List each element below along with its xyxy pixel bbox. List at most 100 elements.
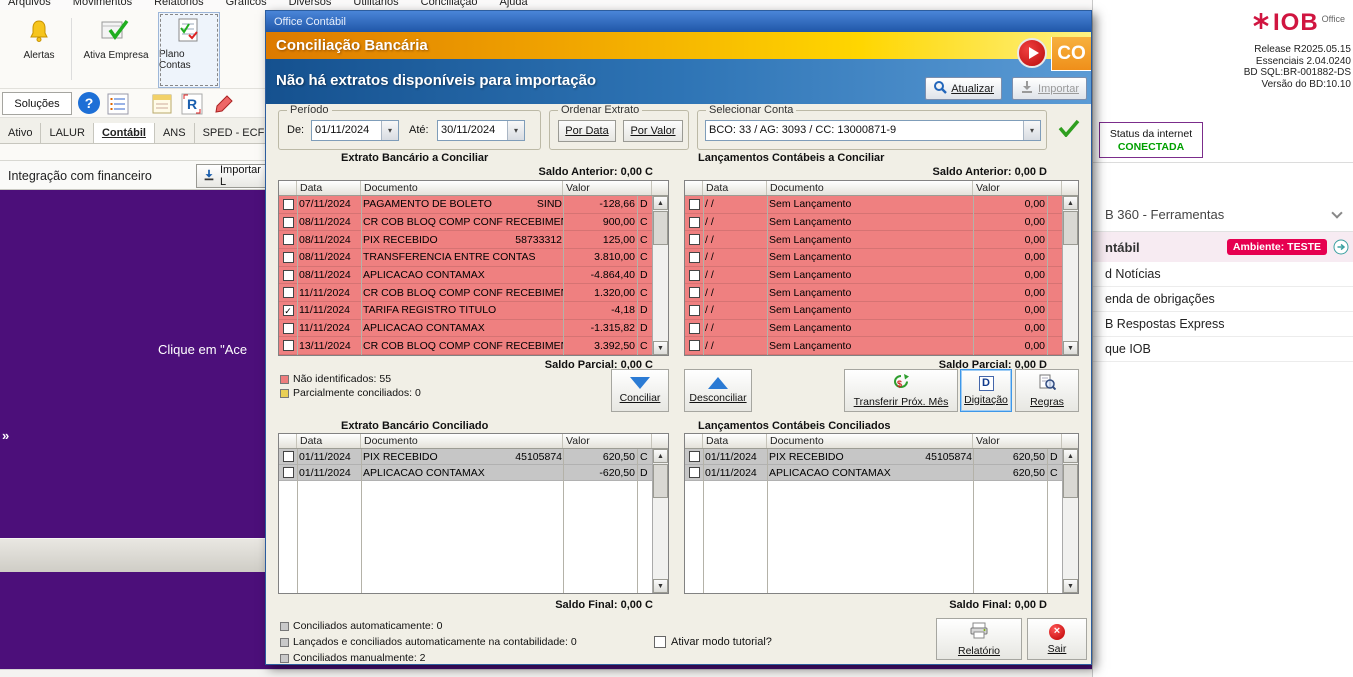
tab-ans[interactable]: ANS: [155, 123, 195, 143]
play-help-button[interactable]: [1017, 38, 1047, 68]
bank-entry-row[interactable]: 13/11/2024 CR COB BLOQ COMP CONF RECEBIM…: [279, 337, 652, 355]
row-checkbox[interactable]: [283, 217, 294, 228]
row-checkbox[interactable]: [283, 287, 294, 298]
row-checkbox[interactable]: [283, 451, 294, 462]
date-to-select[interactable]: 30/11/2024 ▾: [437, 120, 525, 141]
row-checkbox[interactable]: [283, 340, 294, 351]
row-checkbox[interactable]: [689, 323, 700, 334]
right-menu-item[interactable]: d Notícias: [1093, 262, 1353, 287]
valor-column-header[interactable]: Valor: [973, 181, 1062, 195]
scroll-up-arrow[interactable]: ▲: [653, 196, 668, 210]
alertas-button[interactable]: Alertas: [12, 14, 66, 84]
r-module-icon[interactable]: R: [180, 92, 204, 115]
right-menu-item[interactable]: B Respostas Express: [1093, 312, 1353, 337]
row-checkbox[interactable]: [283, 305, 294, 316]
row-checkbox[interactable]: [283, 467, 294, 478]
row-checkbox[interactable]: [689, 234, 700, 245]
bank-entry-row[interactable]: 11/11/2024 TARIFA REGISTRO TITULO -4,18 …: [279, 302, 652, 320]
transferir-prox-mes-button[interactable]: $ Transferir Próx. Mês: [844, 369, 958, 412]
valor-column-header[interactable]: Valor: [563, 181, 652, 195]
conciliar-button[interactable]: Conciliar: [611, 369, 669, 412]
row-checkbox[interactable]: [283, 234, 294, 245]
ledger-entry-row[interactable]: / / Sem Lançamento 0,00: [685, 337, 1062, 355]
por-valor-button[interactable]: Por Valor: [623, 120, 683, 142]
valor-column-header[interactable]: Valor: [973, 434, 1062, 448]
reconciled-bank-row[interactable]: 01/11/2024 APLICACAO CONTAMAX -620,50 D: [279, 465, 652, 481]
checkbox-column-header[interactable]: [279, 434, 297, 448]
ledger-entry-row[interactable]: / / Sem Lançamento 0,00: [685, 267, 1062, 285]
ledger-entry-row[interactable]: / / Sem Lançamento 0,00: [685, 214, 1062, 232]
tab-contabil[interactable]: Contábil: [94, 123, 155, 143]
menu-item[interactable]: Gráficos: [226, 0, 267, 10]
row-checkbox[interactable]: [689, 305, 700, 316]
tab-ativo[interactable]: Ativo: [0, 123, 41, 143]
confirm-account-button[interactable]: [1055, 114, 1083, 142]
scrollbar-thumb[interactable]: [1063, 211, 1078, 245]
plano-contas-button[interactable]: Plano Contas: [158, 12, 220, 88]
scroll-up-arrow[interactable]: ▲: [1063, 449, 1078, 463]
row-checkbox[interactable]: [283, 199, 294, 210]
importar-lancamentos-button[interactable]: Importar L: [196, 164, 268, 188]
bank-entry-row[interactable]: 08/11/2024 TRANSFERENCIA ENTRE CONTAS 3.…: [279, 249, 652, 267]
checkbox-column-header[interactable]: [685, 434, 703, 448]
row-checkbox[interactable]: [689, 287, 700, 298]
documento-column-header[interactable]: Documento: [767, 434, 973, 448]
ledger-entry-row[interactable]: / / Sem Lançamento 0,00: [685, 249, 1062, 267]
reconciled-bank-row[interactable]: 01/11/2024 PIX RECEBIDO45105874 620,50 C: [279, 449, 652, 465]
sair-button[interactable]: × Sair: [1027, 618, 1087, 660]
row-checkbox[interactable]: [689, 451, 700, 462]
row-checkbox[interactable]: [689, 252, 700, 263]
collapsed-panel-bar[interactable]: [0, 538, 265, 572]
vertical-scrollbar[interactable]: ▲ ▼: [1062, 196, 1078, 355]
reconciled-ledger-row[interactable]: 01/11/2024 APLICACAO CONTAMAX 620,50 C: [685, 465, 1062, 481]
documento-column-header[interactable]: Documento: [361, 181, 563, 195]
chevron-down-icon[interactable]: ▾: [381, 121, 398, 140]
documento-column-header[interactable]: Documento: [767, 181, 973, 195]
relatorio-button[interactable]: Relatório: [936, 618, 1022, 660]
row-checkbox[interactable]: [283, 323, 294, 334]
scroll-up-arrow[interactable]: ▲: [653, 449, 668, 463]
scroll-down-arrow[interactable]: ▼: [1063, 341, 1078, 355]
notebook-icon[interactable]: [150, 92, 174, 115]
help-icon[interactable]: ?: [78, 92, 100, 114]
por-data-button[interactable]: Por Data: [558, 120, 616, 142]
refresh-circle-icon[interactable]: [1333, 239, 1349, 255]
row-checkbox[interactable]: [283, 252, 294, 263]
right-menu-item[interactable]: que IOB: [1093, 337, 1353, 362]
ledger-entry-row[interactable]: / / Sem Lançamento 0,00: [685, 231, 1062, 249]
collapse-chevrons[interactable]: »: [2, 428, 9, 443]
row-checkbox[interactable]: [689, 340, 700, 351]
reconciled-ledger-row[interactable]: 01/11/2024 PIX RECEBIDO45105874 620,50 D: [685, 449, 1062, 465]
row-checkbox[interactable]: [283, 270, 294, 281]
list-icon[interactable]: [106, 92, 130, 115]
scrollbar-thumb[interactable]: [653, 464, 668, 498]
tab-lalur[interactable]: LALUR: [41, 123, 93, 143]
menu-item[interactable]: Diversos: [289, 0, 332, 10]
scrollbar-thumb[interactable]: [653, 211, 668, 245]
digitacao-button[interactable]: D Digitação: [960, 369, 1012, 412]
row-checkbox[interactable]: [689, 467, 700, 478]
row-checkbox[interactable]: [689, 270, 700, 281]
checkbox-column-header[interactable]: [279, 181, 297, 195]
row-checkbox[interactable]: [689, 199, 700, 210]
scroll-up-arrow[interactable]: ▲: [1063, 196, 1078, 210]
chevron-down-icon[interactable]: ▾: [507, 121, 524, 140]
regras-button[interactable]: Regras: [1015, 369, 1079, 412]
data-column-header[interactable]: Data: [703, 181, 767, 195]
ferramentas-header[interactable]: B 360 - Ferramentas: [1093, 198, 1353, 232]
bank-entry-row[interactable]: 08/11/2024 CR COB BLOQ COMP CONF RECEBIM…: [279, 214, 652, 232]
atualizar-button[interactable]: Atualizar: [925, 77, 1002, 100]
menu-item[interactable]: Ajuda: [500, 0, 528, 10]
menu-item[interactable]: Arquivos: [8, 0, 51, 10]
tab-sped-ecf[interactable]: SPED - ECF: [195, 123, 274, 143]
data-column-header[interactable]: Data: [297, 181, 361, 195]
data-column-header[interactable]: Data: [297, 434, 361, 448]
bank-entry-row[interactable]: 07/11/2024 PAGAMENTO DE BOLETOSIND -128,…: [279, 196, 652, 214]
solucoes-button[interactable]: Soluções: [2, 92, 72, 115]
data-column-header[interactable]: Data: [703, 434, 767, 448]
scrollbar-thumb[interactable]: [1063, 464, 1078, 498]
vertical-scrollbar[interactable]: ▲ ▼: [652, 449, 668, 593]
row-checkbox[interactable]: [689, 217, 700, 228]
tutorial-checkbox[interactable]: [654, 636, 666, 648]
vertical-scrollbar[interactable]: ▲ ▼: [1062, 449, 1078, 593]
